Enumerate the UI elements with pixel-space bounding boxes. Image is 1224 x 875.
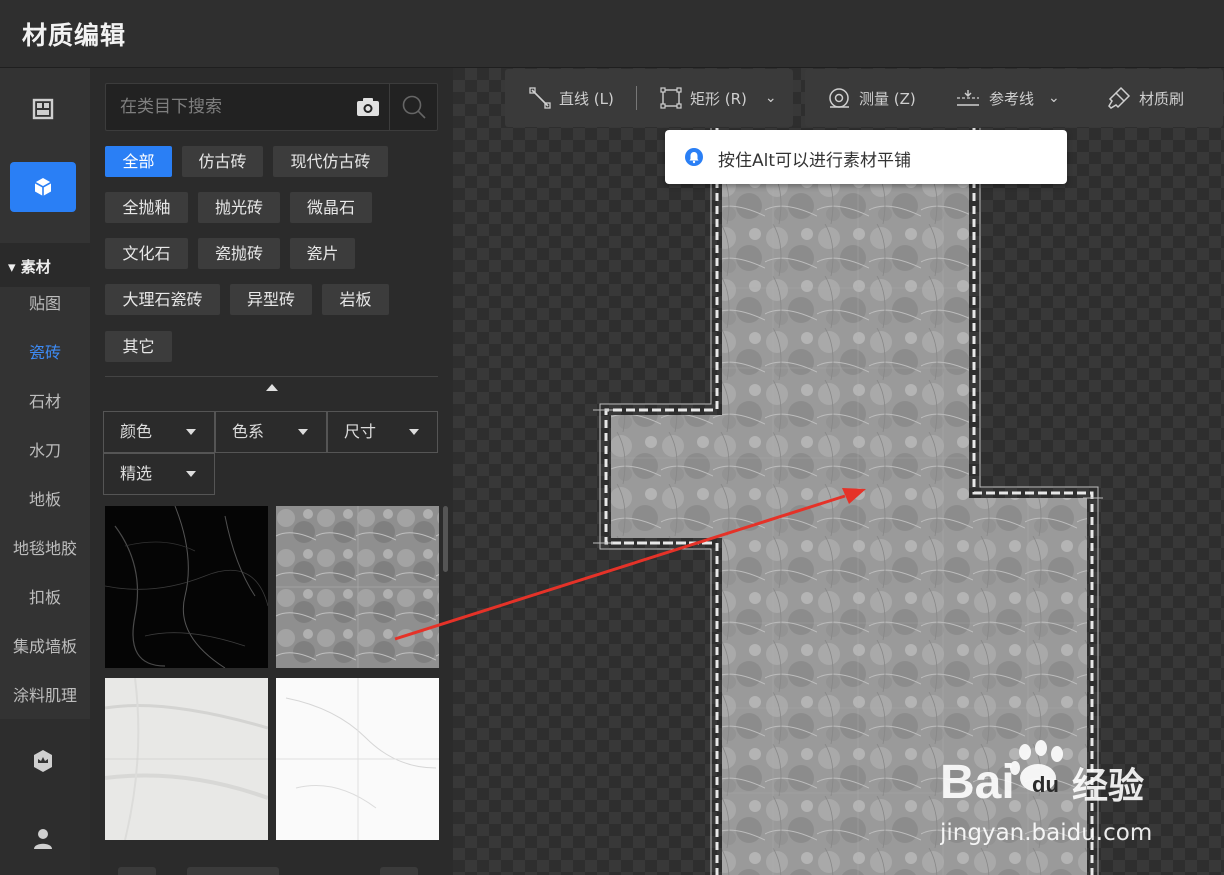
rail-item-waterjet[interactable]: 水刀 [0,427,90,475]
next-page-button[interactable] [380,867,418,875]
material-library-button[interactable] [10,162,76,212]
line-tool-label: 直线 (L) [559,89,614,108]
tape-measure-icon [829,88,849,108]
filter-featured[interactable]: 精选 [103,453,215,495]
material-panel: 全部 仿古砖 现代仿古砖 全抛釉 抛光砖 微晶石 文化石 瓷抛砖 瓷片 大理石瓷… [90,68,453,875]
watermark-suffix: 经验 [1072,766,1144,807]
notification-bell-icon [685,148,703,166]
grey-marble-thumbnail[interactable] [276,506,439,668]
measure-tool-button[interactable]: 测量 (Z) [827,69,916,127]
chevron-down-icon[interactable]: ⌄ [765,90,777,106]
brush-icon [1108,86,1131,109]
drawing-toolbar: 直线 (L) 矩形 (R) ⌄ [505,69,793,127]
measure-tool-label: 测量 (Z) [859,89,916,108]
category-modern-antique-tile[interactable]: 现代仿古砖 [273,146,388,177]
filter-label: 色系 [232,422,265,441]
black-marble-thumbnail[interactable] [105,506,268,668]
category-full-glaze[interactable]: 全抛釉 [105,192,188,223]
rect-tool-icon [660,87,682,109]
filter-label: 尺寸 [344,422,377,441]
rail-item-tile[interactable]: 瓷砖 [0,329,90,377]
brand-button[interactable] [10,736,76,786]
search-button[interactable] [389,84,437,130]
rail-lower-area [0,719,90,875]
category-antique-tile[interactable]: 仿古砖 [182,146,263,177]
hint-message: 按住Alt可以进行素材平铺 [718,151,912,171]
material-brush-label: 材质刷 [1139,89,1185,108]
caret-down-icon: ▾ [8,258,16,276]
category-ceramic-sheet[interactable]: 瓷片 [290,238,355,269]
rail-item-floor[interactable]: 地板 [0,476,90,524]
category-all[interactable]: 全部 [105,146,172,177]
caret-down-icon [186,471,196,477]
layout-icon [32,98,54,120]
image-search-button[interactable] [354,95,382,119]
user-icon [34,829,52,849]
category-slab[interactable]: 岩板 [322,284,389,315]
caret-down-icon [298,429,308,435]
divider [105,376,438,377]
search-icon [402,95,426,119]
canvas-area[interactable]: 直线 (L) 矩形 (R) ⌄ 测量 (Z) 参考线 ⌄ 材质刷 按住Alt可以… [453,68,1224,875]
page-indicator[interactable] [187,867,279,875]
left-rail: ▾ 素材 贴图 瓷砖 石材 水刀 地板 地毯地胶 扣板 集成墙板 涂料肌理 [0,68,90,875]
toolbar-separator [636,86,637,110]
cube-icon [34,178,52,196]
category-culture-stone[interactable]: 文化石 [105,238,188,269]
rail-item-ceiling-panel[interactable]: 扣板 [0,574,90,622]
filter-label: 精选 [120,464,153,483]
rail-item-stone[interactable]: 石材 [0,378,90,426]
filter-size[interactable]: 尺寸 [327,411,438,453]
hint-tooltip: 按住Alt可以进行素材平铺 [665,130,1067,184]
panel-scrollbar[interactable] [443,506,448,572]
baidu-watermark: Bai du 经验 jingyan.baidu.com [939,740,1220,875]
app-title: 材质编辑 [22,21,127,50]
rect-tool-label: 矩形 (R) [690,89,747,108]
line-tool-icon [529,87,551,109]
rect-tool-button[interactable]: 矩形 (R) ⌄ [660,69,777,127]
category-marble-tile[interactable]: 大理石瓷砖 [105,284,220,315]
layout-button[interactable] [10,84,76,134]
material-brush-button[interactable]: 材质刷 [1107,69,1184,127]
section-label: 素材 [20,258,51,276]
user-button[interactable] [10,814,76,864]
category-polished-tile[interactable]: 抛光砖 [198,192,280,223]
search-box [105,83,438,131]
white-marble-thumbnail[interactable] [105,678,268,840]
watermark-brand: Bai [940,756,1015,809]
search-input[interactable] [106,84,346,130]
guide-line-button[interactable]: 参考线 ⌄ [955,69,1060,127]
line-tool-button[interactable]: 直线 (L) [529,69,614,127]
category-special-tile[interactable]: 异型砖 [230,284,312,315]
caret-down-icon [186,429,196,435]
measure-toolbar: 测量 (Z) 参考线 ⌄ 材质刷 [805,69,1223,127]
rail-item-carpet[interactable]: 地毯地胶 [0,525,90,573]
watermark-du: du [1032,772,1059,797]
category-porcelain-polished[interactable]: 瓷抛砖 [198,238,280,269]
prev-page-button[interactable] [118,867,156,875]
collapse-up-icon[interactable] [266,384,278,391]
watermark-url: jingyan.baidu.com [940,820,1152,846]
white-tile-thumbnail[interactable] [276,678,439,840]
guide-line-icon [957,90,979,106]
guide-line-label: 参考线 [989,89,1035,108]
filter-label: 颜色 [120,422,153,441]
badge-icon [34,750,52,772]
title-bar: 材质编辑 [0,0,1224,68]
filter-color-family[interactable]: 色系 [215,411,327,453]
rail-item-texture[interactable]: 贴图 [0,280,90,328]
caret-down-icon [409,429,419,435]
rail-item-wall-panel[interactable]: 集成墙板 [0,623,90,671]
chevron-down-icon[interactable]: ⌄ [1048,90,1060,106]
category-other[interactable]: 其它 [105,331,172,362]
category-crystal-stone[interactable]: 微晶石 [290,192,372,223]
filter-color[interactable]: 颜色 [103,411,215,453]
rail-item-paint-texture[interactable]: 涂料肌理 [0,672,90,720]
camera-icon [357,98,379,116]
